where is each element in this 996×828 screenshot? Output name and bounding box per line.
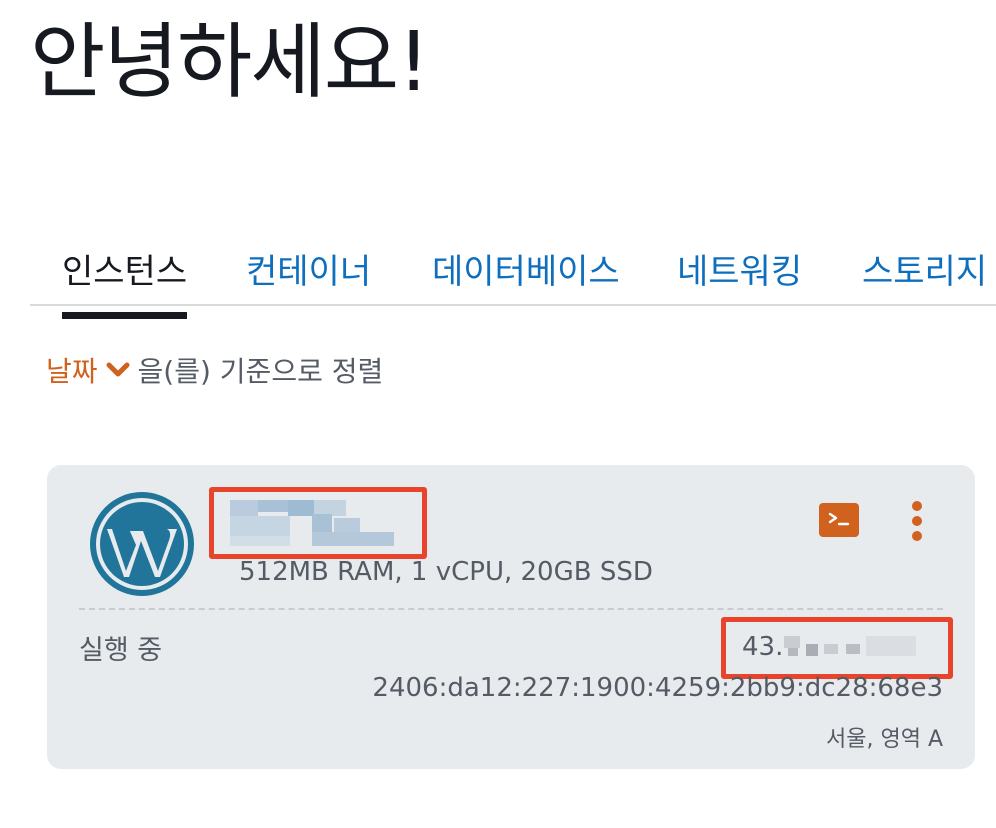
wordpress-logo-icon [90, 492, 194, 596]
instance-specs: 512MB RAM, 1 vCPU, 20GB SSD [239, 557, 653, 587]
ipv4-address-redacted[interactable]: 43. [721, 617, 953, 679]
sort-suffix-label: 을(를) 기준으로 정렬 [137, 355, 384, 388]
sort-field-label: 날짜 [46, 355, 98, 388]
tab-containers[interactable]: 컨테이너 [246, 244, 371, 293]
instance-card[interactable]: 512MB RAM, 1 vCPU, 20GB SSD 실행 중 43. 240… [47, 465, 975, 769]
tab-networking[interactable]: 네트워킹 [677, 244, 802, 293]
sort-field-dropdown[interactable]: 날짜 [46, 350, 138, 390]
ipv6-address[interactable]: 2406:da12:227:1900:4259:2bb9:dc28:68e3 [372, 673, 943, 703]
ipv4-prefix: 43. [742, 632, 784, 662]
instance-region: 서울, 영역 A [826, 727, 943, 752]
tab-databases[interactable]: 데이터베이스 [432, 244, 620, 293]
terminal-icon [828, 512, 850, 526]
more-actions-button[interactable] [909, 501, 925, 541]
instance-name-redacted[interactable] [209, 487, 427, 559]
more-vertical-icon [912, 501, 922, 511]
chevron-down-icon [106, 362, 130, 377]
tab-instances[interactable]: 인스턴스 [62, 244, 188, 319]
connect-terminal-button[interactable] [819, 503, 859, 537]
card-divider [79, 608, 943, 610]
status-badge: 실행 중 [79, 635, 163, 666]
tab-storage[interactable]: 스토리지 [862, 244, 987, 293]
tab-bar: 인스턴스 컨테이너 데이터베이스 네트워킹 스토리지 [30, 234, 996, 319]
sort-control: 날짜 을(를) 기준으로 정렬 [46, 350, 383, 390]
page-greeting: 안녕하세요! [30, 15, 430, 110]
